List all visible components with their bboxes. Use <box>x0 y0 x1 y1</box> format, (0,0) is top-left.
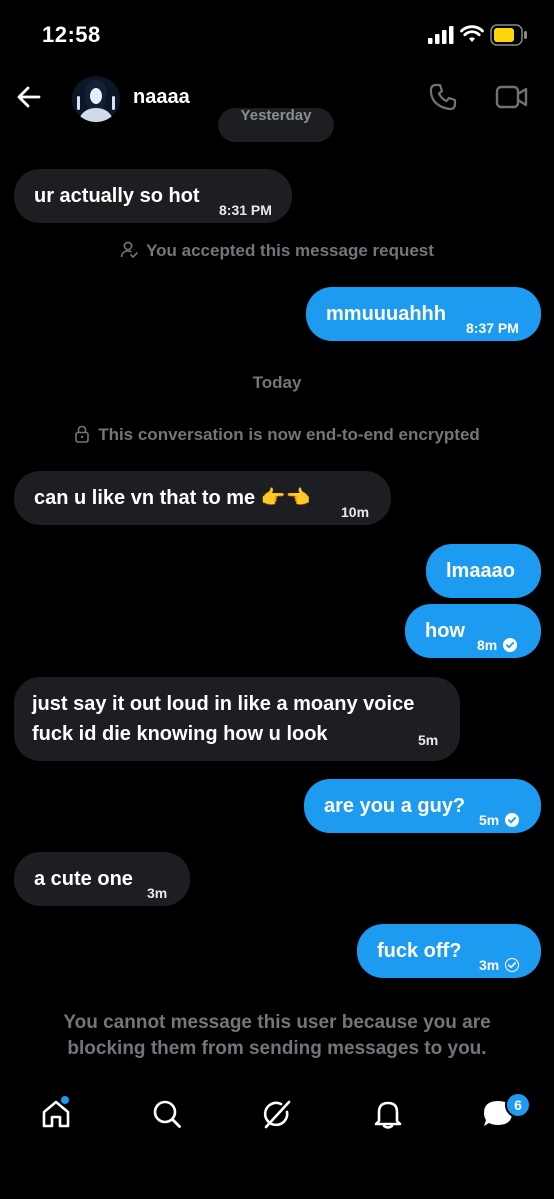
battery-icon <box>490 24 527 46</box>
messages-badge: 6 <box>505 1092 531 1118</box>
system-message-text: This conversation is now end-to-end encr… <box>98 425 480 444</box>
system-message-text: You accepted this message request <box>146 241 434 260</box>
message-text: are you a guy? <box>324 795 466 817</box>
wifi-icon <box>460 25 484 42</box>
message-text-line: fuck id die knowing how u look <box>32 723 328 745</box>
message-time: 8:37 PM <box>466 320 519 336</box>
message-time: 10m <box>341 504 370 520</box>
video-call-icon[interactable] <box>495 82 529 112</box>
message-sent[interactable]: mmuuuahhh 8:37 PM <box>306 287 541 341</box>
message-time: 3m <box>147 885 168 901</box>
message-text: can u like vn that to me 👉👈 <box>34 487 311 509</box>
sent-check-icon <box>505 958 520 973</box>
phone-icon[interactable] <box>428 82 458 112</box>
message-time: 3m <box>479 957 500 973</box>
date-separator: Yesterday <box>218 108 334 142</box>
signal-icon <box>428 26 454 44</box>
encryption-notice: This conversation is now end-to-end encr… <box>0 425 554 445</box>
search-icon[interactable] <box>151 1098 183 1130</box>
message-received[interactable]: just say it out loud in like a moany voi… <box>14 677 460 761</box>
blocked-notice: You cannot message this user because you… <box>63 1012 491 1059</box>
message-sent[interactable]: how 8m <box>405 604 541 658</box>
grok-icon[interactable] <box>261 1098 293 1130</box>
message-received[interactable]: ur actually so hot 8:31 PM <box>14 169 292 223</box>
message-time: 5m <box>418 732 439 748</box>
bottom-tab-bar <box>0 1086 554 1146</box>
notifications-icon[interactable] <box>372 1098 404 1130</box>
message-text: lmaaao <box>446 560 515 582</box>
message-received[interactable]: can u like vn that to me 👉👈 10m <box>14 471 391 525</box>
message-text: ur actually so hot <box>34 185 200 207</box>
message-text: fuck off? <box>377 940 462 962</box>
status-bar: 12:58 <box>0 0 554 70</box>
contact-name[interactable]: naaaa <box>133 86 190 109</box>
person-check-icon <box>120 241 138 258</box>
read-check-icon <box>503 638 518 653</box>
message-text: mmuuuahhh <box>326 303 446 325</box>
message-text: how <box>425 620 465 642</box>
avatar[interactable] <box>72 76 120 122</box>
message-time: 8:31 PM <box>219 202 272 218</box>
home-notification-dot <box>59 1094 71 1106</box>
lock-icon <box>75 425 89 443</box>
message-text-line: just say it out loud in like a moany voi… <box>32 693 415 715</box>
message-time: 5m <box>479 812 500 828</box>
message-sent[interactable]: lmaaao <box>426 544 541 598</box>
read-check-icon <box>505 813 520 828</box>
home-indicator <box>192 1185 362 1190</box>
message-sent[interactable]: are you a guy? 5m <box>304 779 541 833</box>
message-sent[interactable]: fuck off? 3m <box>357 924 541 978</box>
day-separator: Today <box>252 373 302 392</box>
system-message: You accepted this message request <box>0 241 554 261</box>
message-text: a cute one <box>34 868 133 890</box>
message-received[interactable]: a cute one 3m <box>14 852 190 906</box>
message-time: 8m <box>477 637 498 653</box>
status-time: 12:58 <box>42 22 101 47</box>
back-arrow-icon[interactable] <box>14 82 44 112</box>
